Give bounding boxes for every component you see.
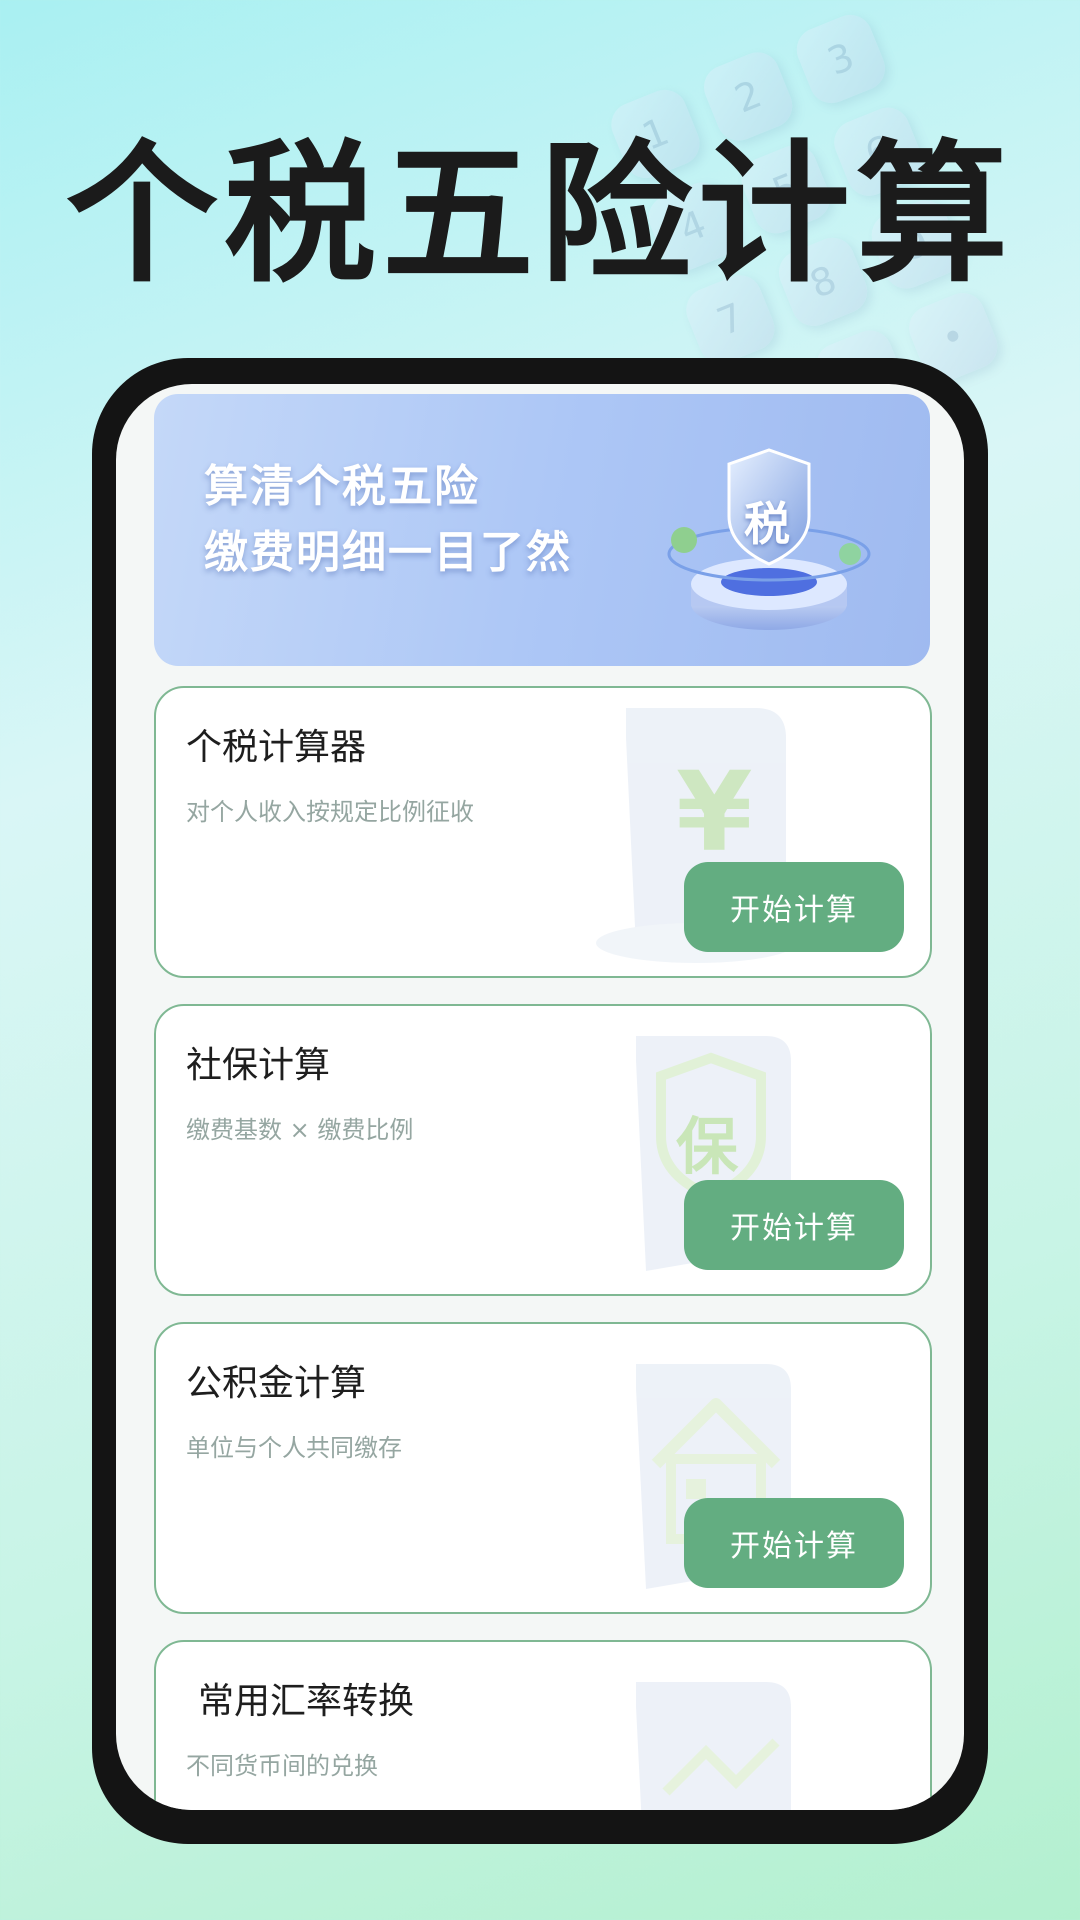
card-exchange-rate[interactable]: 常用汇率转换 不同货币间的兑换	[154, 1640, 932, 1810]
promo-banner[interactable]: 算清个税五险 缴费明细一目了然 税	[154, 394, 930, 666]
card-subtitle: 缴费基数 × 缴费比例	[186, 1116, 414, 1144]
page-headline: 个税五险计算	[66, 126, 1014, 303]
card-subtitle: 单位与个人共同缴存	[186, 1434, 402, 1462]
tax-badge-label: 税	[744, 497, 790, 551]
banner-line-1: 算清个税五险	[204, 461, 480, 512]
phone-screen: 算清个税五险 缴费明细一目了然 税 ¥ 个税计算器 对个人收入按规定比例征收 开…	[116, 384, 964, 1810]
yen-glyph: ¥	[676, 748, 753, 876]
card-social-insurance[interactable]: 保 社保计算 缴费基数 × 缴费比例 开始计算	[154, 1004, 932, 1296]
exchange-icon	[636, 1682, 791, 1810]
card-income-tax[interactable]: ¥ 个税计算器 对个人收入按规定比例征收 开始计算	[154, 686, 932, 978]
calc-key: 3	[790, 8, 892, 110]
card-title: 常用汇率转换	[198, 1681, 415, 1722]
start-calc-button[interactable]: 开始计算	[684, 862, 904, 952]
card-subtitle: 不同货币间的兑换	[186, 1752, 378, 1780]
card-housing-fund[interactable]: 公积金计算 单位与个人共同缴存 开始计算	[154, 1322, 932, 1614]
banner-line-2: 缴费明细一目了然	[204, 527, 572, 578]
card-subtitle: 对个人收入按规定比例征收	[186, 798, 474, 826]
card-title: 社保计算	[186, 1045, 331, 1086]
card-title: 个税计算器	[186, 727, 367, 768]
start-calc-button[interactable]: 开始计算	[684, 1180, 904, 1270]
phone-frame: 算清个税五险 缴费明细一目了然 税 ¥ 个税计算器 对个人收入按规定比例征收 开…	[92, 358, 988, 1844]
start-calc-button[interactable]: 开始计算	[684, 1498, 904, 1588]
bao-glyph: 保	[676, 1110, 739, 1183]
card-title: 公积金计算	[186, 1363, 367, 1404]
